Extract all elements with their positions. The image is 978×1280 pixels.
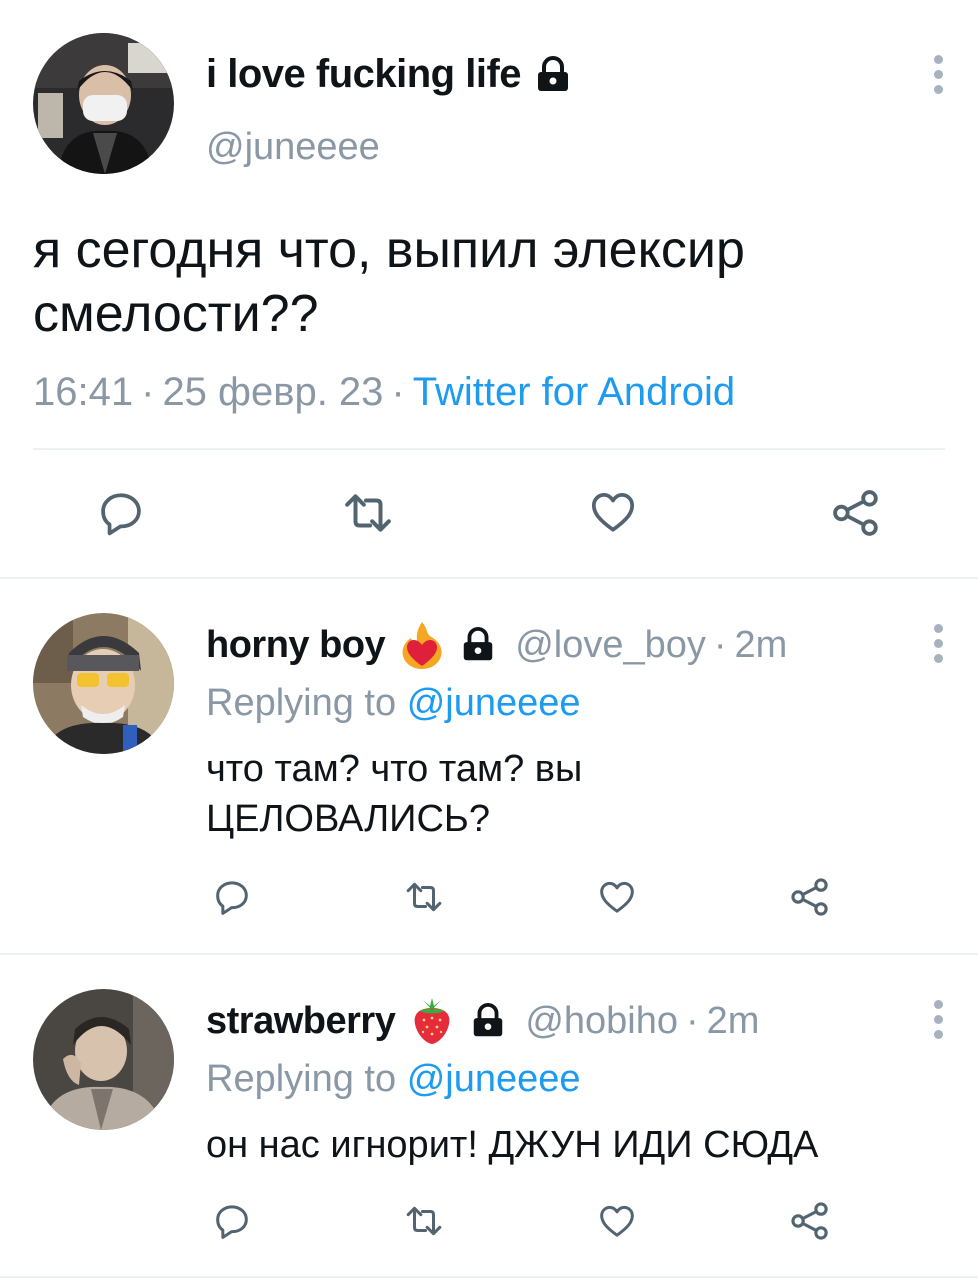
reply-button[interactable]	[212, 1201, 252, 1241]
tweet-date: 25 февр. 23	[162, 370, 384, 414]
more-options-icon[interactable]	[931, 1000, 945, 1045]
replying-to: Replying to @juneeee	[206, 1058, 581, 1101]
author-display-name[interactable]: i love fucking life	[206, 52, 522, 97]
share-icon	[833, 490, 878, 536]
replying-to-handle[interactable]: @juneeee	[407, 1058, 581, 1100]
reply-avatar[interactable]	[33, 613, 174, 754]
lock-icon	[459, 626, 497, 664]
retweet-button[interactable]	[401, 1202, 447, 1240]
separator: ·	[686, 999, 699, 1042]
reply-display-name[interactable]: strawberry	[206, 1000, 396, 1043]
more-options-icon[interactable]	[931, 55, 945, 100]
reply-text: он нас игнорит! ДЖУН ИДИ СЮДА	[206, 1120, 818, 1170]
share-button[interactable]	[829, 486, 883, 540]
replying-to-label: Replying to	[206, 1058, 397, 1100]
like-button[interactable]	[596, 1201, 638, 1241]
share-icon	[791, 878, 828, 916]
share-button[interactable]	[788, 1199, 832, 1243]
heart-icon	[600, 1205, 634, 1237]
divider	[0, 953, 978, 955]
replying-to-label: Replying to	[206, 682, 397, 724]
reply-button[interactable]	[212, 877, 252, 917]
tweet-time: 16:41	[33, 370, 134, 414]
retweet-icon	[345, 494, 391, 532]
heart-icon	[591, 493, 635, 532]
divider	[0, 1276, 978, 1278]
replying-to-handle[interactable]: @juneeee	[407, 682, 581, 724]
reply-handle[interactable]: @love_boy	[515, 624, 706, 667]
tweet-meta: 16:41 · 25 февр. 23 · Twitter for Android	[33, 370, 735, 415]
retweet-icon	[406, 882, 442, 912]
separator: ·	[713, 623, 727, 666]
reply-text: что там? что там? вы ЦЕЛОВАЛИСЬ?	[206, 744, 582, 844]
reply-age: 2m	[734, 623, 788, 666]
more-options-icon[interactable]	[931, 624, 945, 669]
reply-display-name[interactable]: horny boy	[206, 624, 386, 667]
reply-text-line: он нас игнорит! ДЖУН ИДИ СЮДА	[206, 1124, 819, 1166]
heart-on-fire-icon	[399, 620, 445, 670]
heart-icon	[600, 881, 634, 913]
reply-age: 2m	[706, 999, 760, 1042]
retweet-button[interactable]	[401, 878, 447, 916]
tweet-text-line: я сегодня что, выпил элексир	[33, 221, 745, 279]
lock-icon	[533, 55, 573, 95]
reply-icon	[101, 493, 141, 536]
share-button[interactable]	[788, 875, 832, 919]
author-avatar[interactable]	[33, 33, 174, 174]
divider	[33, 448, 945, 450]
retweet-button[interactable]	[338, 488, 398, 538]
reply-text-line: что там? что там? вы	[206, 748, 583, 790]
tweet-text-line: смелости??	[33, 285, 319, 343]
like-button[interactable]	[596, 877, 638, 917]
reply-text-line: ЦЕЛОВАЛИСЬ?	[206, 798, 490, 840]
replying-to: Replying to @juneeee	[206, 682, 581, 725]
author-handle[interactable]: @juneeee	[206, 126, 380, 169]
reply-icon	[216, 881, 248, 915]
reply-icon	[216, 1205, 248, 1239]
tweet-text: я сегодня что, выпил элексир смелости??	[33, 218, 745, 346]
reply-handle[interactable]: @hobiho	[525, 1000, 678, 1043]
tweet-source-link[interactable]: Twitter for Android	[413, 370, 735, 414]
divider	[0, 577, 978, 579]
like-button[interactable]	[587, 487, 639, 537]
share-icon	[791, 1202, 828, 1240]
reply-button[interactable]	[96, 488, 146, 538]
strawberry-icon	[409, 996, 455, 1046]
lock-icon	[469, 1002, 507, 1040]
reply-avatar[interactable]	[33, 989, 174, 1130]
separator: ·	[391, 370, 405, 414]
separator: ·	[141, 370, 155, 414]
retweet-icon	[406, 1206, 442, 1236]
